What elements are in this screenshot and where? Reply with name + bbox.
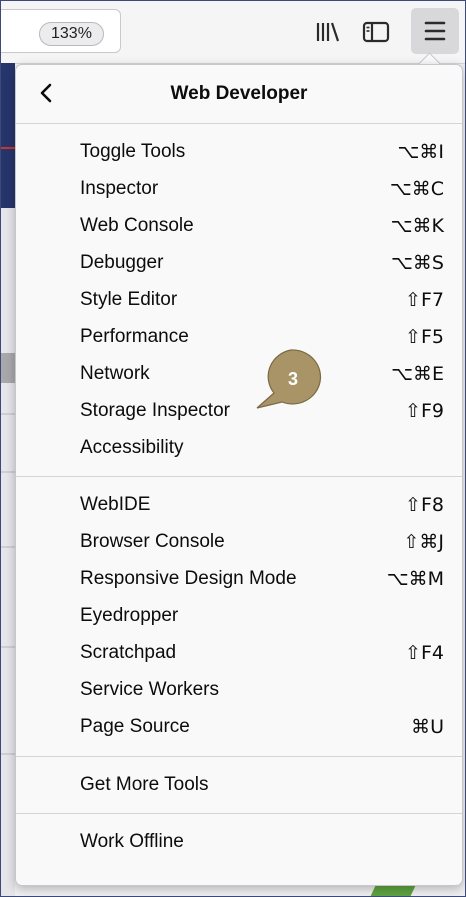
shortcut-label: ⇧F9: [405, 400, 444, 422]
separator: [16, 123, 462, 124]
page-divider: [1, 546, 15, 548]
menu-item-style-editor[interactable]: Style Editor ⇧F7: [16, 282, 462, 319]
shortcut-label: ⌥⌘K: [390, 215, 444, 237]
page-divider: [1, 413, 15, 415]
menu-item-eyedropper[interactable]: Eyedropper: [16, 598, 462, 635]
shortcut-label: ⌥⌘S: [391, 252, 444, 274]
shortcut-label: ⌘U: [411, 716, 444, 738]
menu-item-storage-inspector[interactable]: Storage Inspector ⇧F9: [16, 393, 462, 430]
page-divider: [1, 646, 15, 648]
menu-item-browser-console[interactable]: Browser Console ⇧⌘J: [16, 524, 462, 561]
menu-item-inspector[interactable]: Inspector ⌥⌘C: [16, 171, 462, 208]
separator: [16, 813, 462, 814]
library-icon[interactable]: [311, 15, 345, 49]
zoom-level-badge[interactable]: 133%: [39, 22, 104, 46]
page-accent-line: [1, 147, 15, 149]
web-developer-panel: Web Developer Toggle Tools ⌥⌘I Inspector…: [15, 64, 463, 886]
menu-item-scratchpad[interactable]: Scratchpad ⇧F4: [16, 635, 462, 672]
step-callout-number: 3: [287, 369, 298, 389]
menu-item-debugger[interactable]: Debugger ⌥⌘S: [16, 245, 462, 282]
separator: [16, 476, 462, 477]
menu-item-performance[interactable]: Performance ⇧F5: [16, 319, 462, 356]
menu-item-accessibility[interactable]: Accessibility: [16, 430, 462, 467]
panel-header: Web Developer: [16, 65, 462, 123]
page-divider: [1, 753, 15, 755]
shortcut-label: ⇧F4: [405, 642, 444, 664]
menu-item-web-console[interactable]: Web Console ⌥⌘K: [16, 208, 462, 245]
page-tab-background: [1, 353, 15, 383]
shortcut-label: ⌥⌘M: [386, 568, 444, 590]
shortcut-label: ⌥⌘I: [397, 141, 445, 163]
shortcut-label: ⌥⌘E: [391, 363, 444, 385]
shortcut-label: ⇧F5: [405, 326, 444, 348]
menu-item-page-source[interactable]: Page Source ⌘U: [16, 709, 462, 746]
shortcut-label: ⇧⌘J: [403, 531, 444, 553]
menu-item-webide[interactable]: WebIDE ⇧F8: [16, 487, 462, 524]
separator: [16, 756, 462, 757]
menu-item-responsive-design-mode[interactable]: Responsive Design Mode ⌥⌘M: [16, 561, 462, 598]
menu-item-toggle-tools[interactable]: Toggle Tools ⌥⌘I: [16, 134, 462, 171]
sidebar-icon[interactable]: [359, 15, 393, 49]
url-bar[interactable]: 133%: [1, 9, 121, 53]
menu-item-network[interactable]: Network ⌥⌘E: [16, 356, 462, 393]
open-menu-button[interactable]: [411, 8, 459, 54]
browser-toolbar: 133%: [1, 1, 465, 64]
browser-window: 133% Web Developer Toggle Tools ⌥⌘I Insp…: [0, 0, 466, 897]
shortcut-label: ⌥⌘C: [389, 178, 444, 200]
shortcut-label: ⇧F8: [405, 494, 444, 516]
menu-item-get-more-tools[interactable]: Get More Tools: [16, 767, 462, 804]
menu-item-service-workers[interactable]: Service Workers: [16, 672, 462, 709]
shortcut-label: ⇧F7: [405, 289, 444, 311]
menu-item-work-offline[interactable]: Work Offline: [16, 824, 462, 861]
panel-title: Web Developer: [170, 83, 308, 104]
page-header-background: [1, 63, 15, 208]
hamburger-menu-icon: [424, 21, 446, 41]
page-divider: [1, 471, 15, 473]
